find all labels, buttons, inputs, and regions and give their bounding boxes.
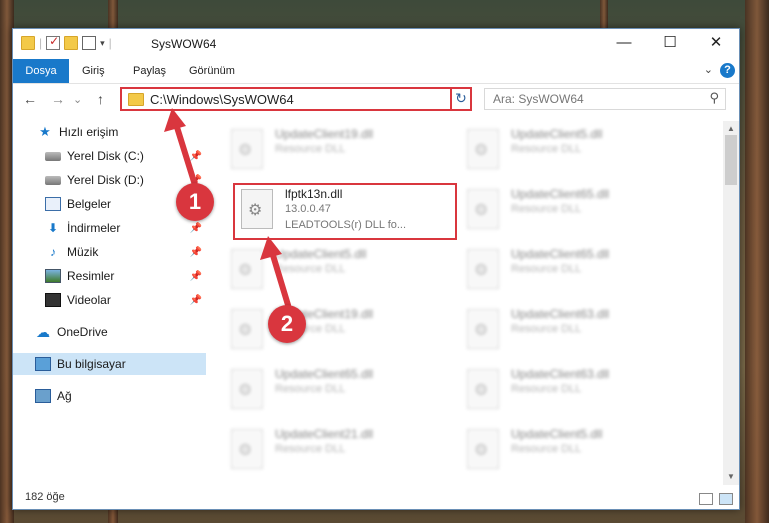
step-2-badge: 2 — [268, 305, 306, 343]
arrow-2-line — [269, 249, 291, 308]
step-1-badge: 1 — [176, 183, 214, 221]
arrow-1-line — [173, 121, 198, 188]
instruction-arrows — [164, 108, 291, 308]
arrow-2-head — [260, 236, 282, 260]
arrow-1-head — [164, 108, 186, 132]
